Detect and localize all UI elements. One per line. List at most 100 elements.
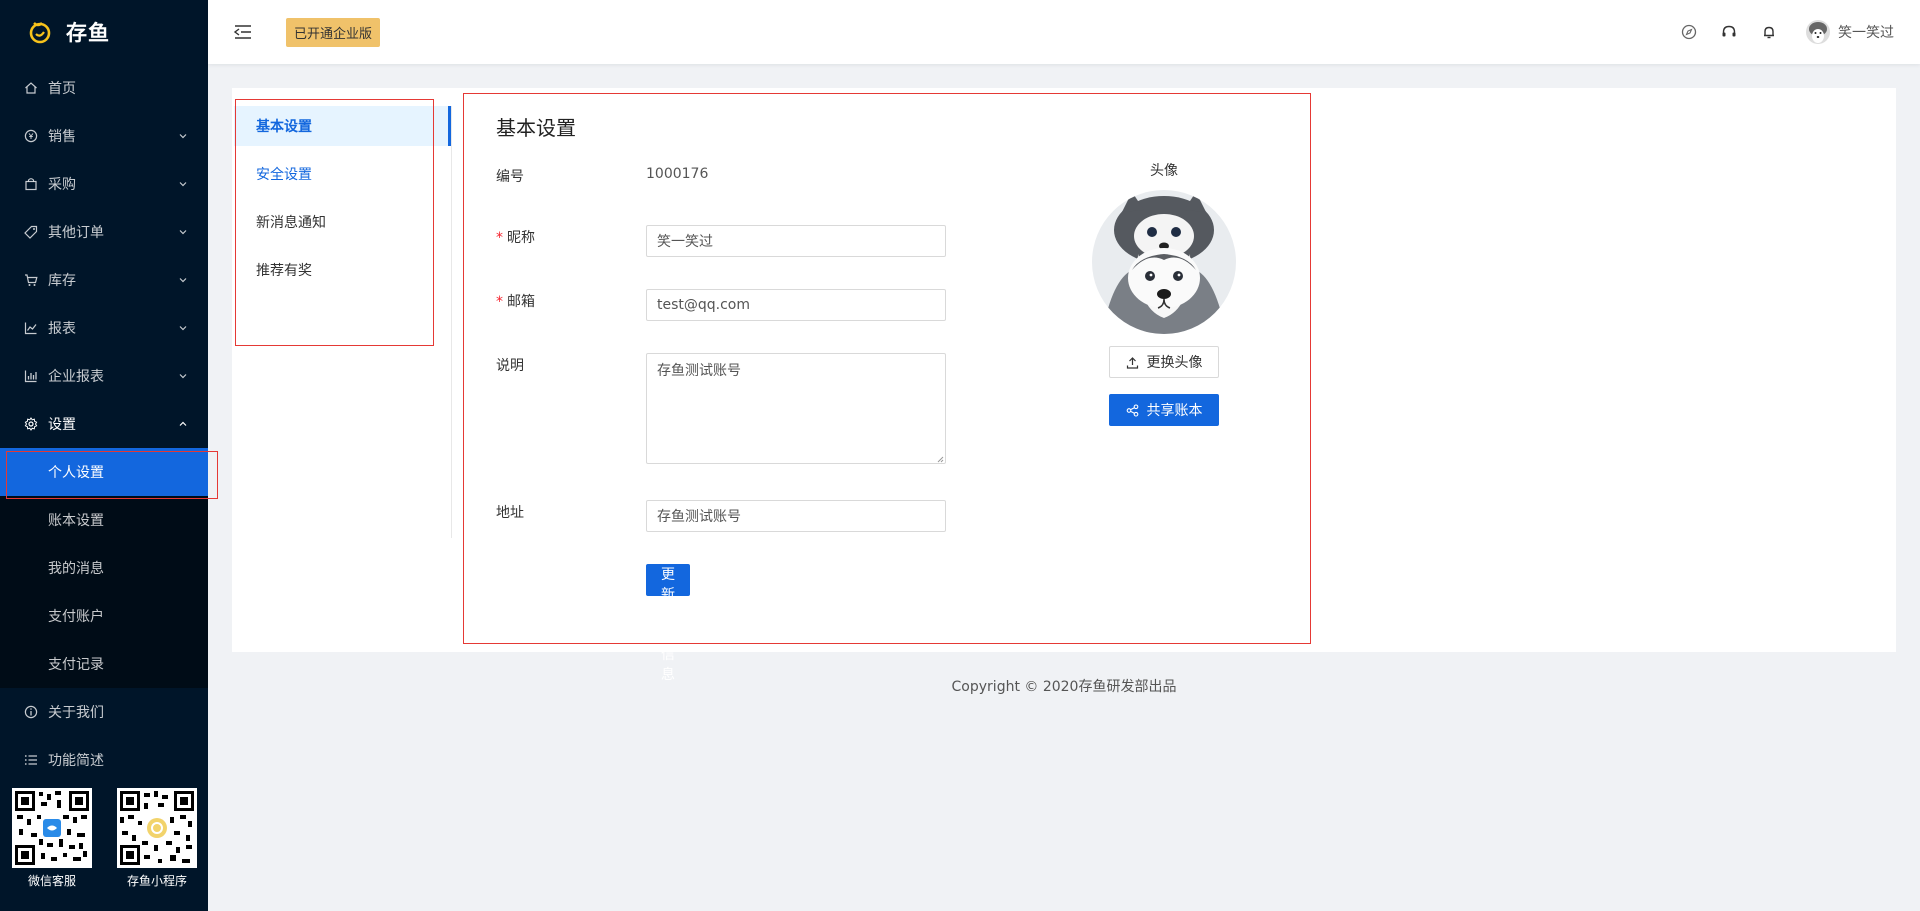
headset-icon[interactable] <box>1720 23 1738 41</box>
sidebar-subitem-personal-settings[interactable]: 个人设置 <box>0 448 208 496</box>
sidebar-item-other-orders[interactable]: 其他订单 <box>0 208 208 256</box>
compass-icon[interactable] <box>1680 23 1698 41</box>
sidebar-item-purchase[interactable]: 采购 <box>0 160 208 208</box>
id-label: 编号 <box>496 169 524 185</box>
basic-settings-form: 基本设置 编号 1000176 *昵称 *邮箱 说明 存鱼测试账号 地址 更新基… <box>496 112 946 683</box>
change-avatar-label: 更换头像 <box>1146 355 1203 371</box>
chevron-up-icon <box>179 421 187 426</box>
share-ledger-label: 共享账本 <box>1146 403 1203 419</box>
id-value: 1000176 <box>646 166 709 182</box>
sidebar-item-about[interactable]: 关于我们 <box>0 688 208 736</box>
settings-nav-label: 安全设置 <box>256 167 312 183</box>
top-header: 已开通企业版 笑一笑过 <box>208 0 1920 64</box>
bottom-menu: 关于我们 功能简述 <box>0 688 208 784</box>
tag-icon <box>24 225 38 239</box>
resize-handle-icon[interactable] <box>936 455 944 463</box>
user-menu[interactable]: 笑一笑过 <box>1806 20 1894 44</box>
sidebar-item-label: 支付账户 <box>48 609 104 625</box>
sidebar-item-label: 账本设置 <box>48 513 104 529</box>
sidebar-item-label: 销售 <box>48 129 76 145</box>
sidebar-item-label: 个人设置 <box>48 465 104 481</box>
nickname-field[interactable] <box>646 225 946 257</box>
settings-nav-label: 新消息通知 <box>256 215 326 231</box>
required-mark: * <box>496 230 503 246</box>
chevron-down-icon <box>179 326 187 331</box>
sidebar: 存鱼 首页 销售 采购 其他订单 库存 报表 企业报表 设置 个人设置 账本设置… <box>0 0 208 911</box>
sidebar-item-label: 支付记录 <box>48 657 104 673</box>
chevron-down-icon <box>179 374 187 379</box>
update-info-button[interactable]: 更新基本信息 <box>646 564 690 683</box>
user-name: 笑一笑过 <box>1838 25 1894 41</box>
main-menu: 首页 销售 采购 其他订单 库存 报表 企业报表 设置 <box>0 64 208 448</box>
avatar <box>1806 20 1830 44</box>
app-logo[interactable]: 存鱼 <box>0 0 208 64</box>
sidebar-item-label: 功能简述 <box>48 753 104 769</box>
settings-nav-label: 推荐有奖 <box>256 263 312 279</box>
address-label: 地址 <box>496 505 524 521</box>
description-label: 说明 <box>496 358 524 374</box>
email-label: * 邮箱 <box>496 291 616 311</box>
qr-codes: 微信客服 存鱼小程序 <box>12 788 197 889</box>
qr-wechat-service: 微信客服 <box>12 788 92 889</box>
bell-icon[interactable] <box>1760 23 1778 41</box>
sidebar-item-label: 首页 <box>48 81 76 97</box>
sidebar-item-label: 我的消息 <box>48 561 104 577</box>
required-mark: * <box>496 294 503 310</box>
sidebar-item-label: 其他订单 <box>48 225 104 241</box>
share-icon <box>1126 403 1138 417</box>
qr-code-image <box>117 788 197 868</box>
gear-icon <box>24 417 38 431</box>
settings-nav-referral[interactable]: 推荐有奖 <box>234 250 451 290</box>
menu-fold-icon[interactable] <box>232 23 254 41</box>
avatar-image <box>1092 190 1236 334</box>
sidebar-subitem-my-messages[interactable]: 我的消息 <box>0 544 208 592</box>
bar-chart-icon <box>24 369 38 383</box>
sidebar-item-sales[interactable]: 销售 <box>0 112 208 160</box>
enterprise-vip-badge[interactable]: 已开通企业版 <box>286 17 381 47</box>
share-ledger-button[interactable]: 共享账本 <box>1109 394 1219 426</box>
cart-icon <box>24 273 38 287</box>
fish-logo-icon <box>29 22 51 44</box>
chevron-down-icon <box>179 134 187 139</box>
settings-nav-security[interactable]: 安全设置 <box>234 154 451 194</box>
change-avatar-button[interactable]: 更换头像 <box>1109 346 1219 378</box>
address-field[interactable] <box>646 500 946 532</box>
nickname-label: * 昵称 <box>496 227 616 247</box>
sidebar-subitem-payment-records[interactable]: 支付记录 <box>0 640 208 688</box>
page-title: 基本设置 <box>496 116 576 140</box>
qr-code-image <box>12 788 92 868</box>
shopping-bag-icon <box>24 177 38 191</box>
copyright-footer: Copyright © 2020存鱼研发部出品 <box>951 679 1177 695</box>
sidebar-subitem-payment-account[interactable]: 支付账户 <box>0 592 208 640</box>
avatar-title: 头像 <box>1150 163 1178 179</box>
settings-submenu: 个人设置 账本设置 我的消息 支付账户 支付记录 <box>0 448 208 688</box>
sidebar-item-label: 报表 <box>48 321 76 337</box>
sidebar-item-enterprise-reports[interactable]: 企业报表 <box>0 352 208 400</box>
app-name: 存鱼 <box>66 21 110 45</box>
sidebar-item-inventory[interactable]: 库存 <box>0 256 208 304</box>
settings-nav-notifications[interactable]: 新消息通知 <box>234 202 451 242</box>
sidebar-item-reports[interactable]: 报表 <box>0 304 208 352</box>
info-icon <box>24 705 38 719</box>
avatar-panel: 头像 更换头像 共享账本 <box>1044 160 1284 426</box>
sidebar-item-label: 库存 <box>48 273 76 289</box>
email-label-text: 邮箱 <box>507 294 535 310</box>
email-field[interactable] <box>646 289 946 321</box>
description-textarea[interactable]: 存鱼测试账号 <box>646 353 946 464</box>
chevron-down-icon <box>179 230 187 235</box>
sidebar-item-settings[interactable]: 设置 <box>0 400 208 448</box>
sidebar-item-home[interactable]: 首页 <box>0 64 208 112</box>
chevron-down-icon <box>179 278 187 283</box>
qr-label: 存鱼小程序 <box>126 874 187 888</box>
header-actions: 笑一笑过 <box>1680 0 1894 64</box>
sidebar-subitem-ledger-settings[interactable]: 账本设置 <box>0 496 208 544</box>
sidebar-item-label: 关于我们 <box>48 705 104 721</box>
settings-card: 基本设置 安全设置 新消息通知 推荐有奖 基本设置 编号 1000176 * 昵称… <box>232 88 1896 683</box>
settings-nav: 基本设置 安全设置 新消息通知 推荐有奖 <box>234 106 452 538</box>
sidebar-item-label: 企业报表 <box>48 369 104 385</box>
qr-mini-program: 存鱼小程序 <box>117 788 197 889</box>
chevron-down-icon <box>179 182 187 187</box>
settings-nav-basic[interactable]: 基本设置 <box>234 106 451 146</box>
sidebar-item-features[interactable]: 功能简述 <box>0 736 208 784</box>
yen-circle-icon <box>24 129 38 143</box>
